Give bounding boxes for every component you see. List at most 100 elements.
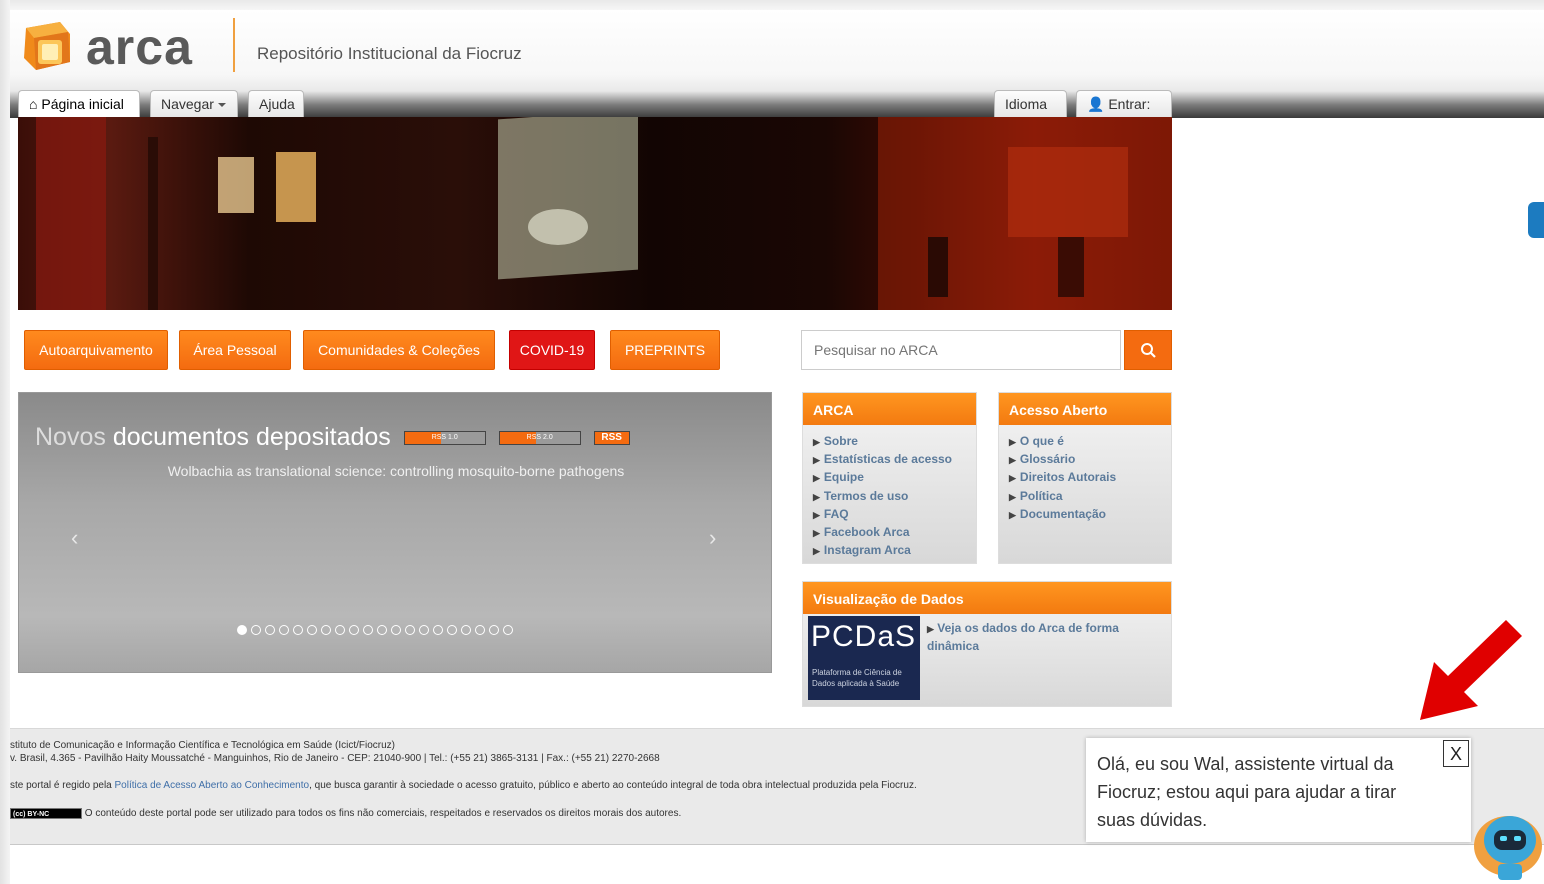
panel-link-label: Sobre [823,434,858,448]
panel-link-label: FAQ [823,506,849,521]
close-chat-button[interactable]: X [1443,740,1469,767]
carousel-title: Novos documentos depositados RSS 1.0 RSS… [35,423,630,452]
pcdas-logo-text: PCDaS [811,620,917,653]
carousel-dot[interactable] [265,625,275,635]
carousel-dot[interactable] [503,625,513,635]
carousel-dot[interactable] [419,625,429,635]
carousel-dot[interactable] [461,625,471,635]
home-icon: ⌂ [29,96,38,112]
panel-link-label: Instagram Arca [823,543,911,558]
new-documents-carousel: Novos documentos depositados RSS 1.0 RSS… [18,392,772,673]
panel-link[interactable]: ▶ Direitos Autorais [1009,469,1171,487]
panel-link[interactable]: ▶ Documentação [1009,506,1171,524]
carousel-next-button[interactable]: › [709,525,716,551]
panel-link[interactable]: ▶ FAQ [813,506,976,524]
data-viz-link-label: Veja os dados do Arca de forma dinâmica [927,621,1119,653]
cc-badge-label: BY-NC [27,811,50,818]
red-arrow-annotation [1420,620,1522,720]
language-dropdown[interactable]: Idioma [994,90,1067,134]
panel-link[interactable]: ▶ O que é [1009,433,1171,451]
carousel-title-part2: documentos depositados [112,423,391,451]
footer-license: (cc) BY-NC O conteúdo deste portal pode … [10,808,681,819]
tab-help[interactable]: Ajuda [248,90,304,117]
rss-badge[interactable]: RSS [593,431,630,446]
carousel-dot[interactable] [321,625,331,635]
search-icon [1141,343,1156,358]
panel-link[interactable]: ▶ Política [1009,488,1171,506]
site-title: Repositório Institucional da Fiocruz [257,44,522,63]
carousel-item-title[interactable]: Wolbachia as translational science: cont… [19,463,773,479]
carousel-dot[interactable] [377,625,387,635]
carousel-dot[interactable] [349,625,359,635]
tab-browse[interactable]: Navegar [150,90,238,117]
carousel-dot[interactable] [237,625,247,635]
carousel-dot[interactable] [475,625,485,635]
open-access-links: ▶ O que é ▶ Glossário ▶ Direitos Autorais ▶ Pol… [999,433,1171,524]
carousel-dot[interactable] [251,625,261,635]
carousel-dot[interactable] [293,625,303,635]
footer-policy: ste portal é regido pela Política de Ace… [10,780,917,791]
covid19-button[interactable]: COVID-19 [509,330,595,370]
footer-license-text: O conteúdo deste portal pode ser utiliza… [84,808,682,820]
panel-link-label: Facebook Arca [823,525,910,540]
panel-link-label: Estatísticas de acesso [823,452,952,467]
login-dropdown[interactable]: 👤 Entrar: [1076,90,1172,134]
user-icon: 👤 [1087,96,1105,112]
personal-area-button[interactable]: Área Pessoal [179,330,291,370]
panel-link[interactable]: ▶ Sobre [813,433,976,451]
data-visualization-panel: Visualização de Dados PCDaS Plataforma d… [802,581,1172,707]
carousel-dot[interactable] [433,625,443,635]
panel-link[interactable]: ▶ Glossário [1009,451,1171,469]
bullet-icon: ▶ [927,624,934,634]
carousel-dot[interactable] [307,625,317,635]
arca-panel-title: ARCA [803,393,976,425]
bullet-icon: ▶ [813,528,820,539]
panel-link-label: Termos de uso [823,488,909,503]
panel-link-label: O que é [1019,434,1064,448]
communities-collections-button[interactable]: Comunidades & Coleções [303,330,495,370]
tab-home[interactable]: ⌂ Página inicial [18,90,140,117]
accessibility-widget[interactable] [1528,202,1544,238]
login-label: Entrar: [1108,96,1151,112]
preprints-button[interactable]: PREPRINTS [610,330,720,370]
pcdas-logo[interactable]: PCDaS Plataforma de Ciência de Dados apl… [808,616,920,700]
virtual-assistant-bubble: Olá, eu sou Wal, assistente virtual da F… [1086,738,1471,842]
footer-policy-pre: ste portal é regido pela [10,780,112,791]
carousel-dot[interactable] [405,625,415,635]
open-access-policy-link[interactable]: Política de Acesso Aberto ao Conheciment… [115,780,310,791]
self-archiving-button[interactable]: Autoarquivamento [24,330,168,370]
search-input[interactable] [801,330,1121,370]
panel-link-label: Direitos Autorais [1019,470,1117,485]
bullet-icon: ▶ [813,491,820,502]
assistant-message: Olá, eu sou Wal, assistente virtual da F… [1097,754,1397,830]
cc-license-badge[interactable]: (cc) BY-NC [10,808,82,819]
footer-policy-post: , que busca garantir à sociedade o acess… [309,780,917,791]
carousel-title-part1: Novos [35,423,106,451]
panel-link[interactable]: ▶ Termos de uso [813,488,976,506]
search-button[interactable] [1124,330,1172,370]
pcdas-caption-2: Dados aplicada à Saúde [812,679,900,688]
window-frame-left [0,0,10,884]
hero-banner [18,117,1172,310]
bullet-icon: ▶ [813,509,820,520]
carousel-dot[interactable] [335,625,345,635]
carousel-dot[interactable] [363,625,373,635]
panel-link[interactable]: ▶ Instagram Arca [813,542,976,560]
panel-link[interactable]: ▶ Estatísticas de acesso [813,451,976,469]
assistant-avatar-icon[interactable] [1468,806,1544,884]
footer-address: v. Brasil, 4.365 - Pavilhão Haity Moussa… [10,753,660,764]
tab-browse-label: Navegar [161,96,214,112]
carousel-dot[interactable] [447,625,457,635]
carousel-dot[interactable] [279,625,289,635]
arca-logo[interactable]: arca [20,18,220,75]
carousel-prev-button[interactable]: ‹ [71,525,78,551]
bullet-icon: ▶ [1009,509,1016,520]
panel-link[interactable]: ▶ Equipe [813,469,976,487]
data-viz-link[interactable]: ▶ Veja os dados do Arca de forma dinâmic… [927,620,1137,655]
carousel-dot[interactable] [489,625,499,635]
carousel-dot[interactable] [391,625,401,635]
site-header [10,10,1544,118]
rss2-badge[interactable]: RSS 2.0 [498,431,581,446]
panel-link[interactable]: ▶ Facebook Arca [813,524,976,542]
rss1-badge[interactable]: RSS 1.0 [403,431,486,446]
